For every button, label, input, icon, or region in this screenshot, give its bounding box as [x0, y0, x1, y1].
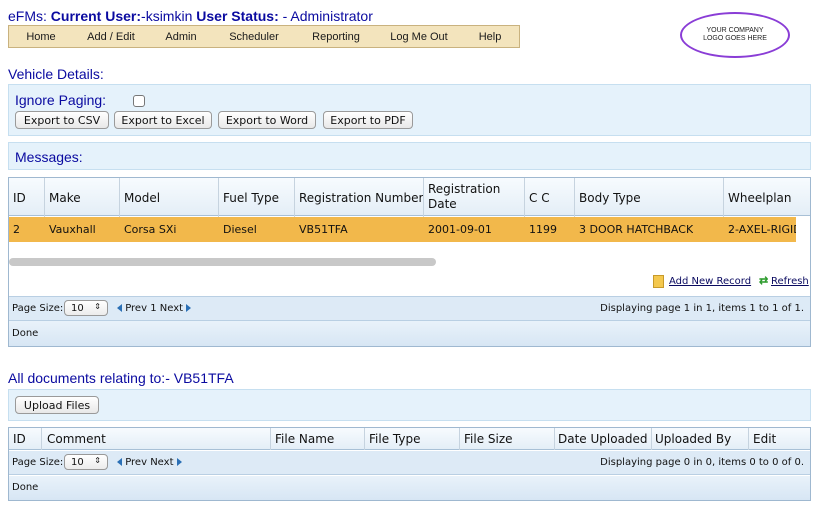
ignore-paging-label: Ignore Paging: — [15, 92, 107, 108]
column-header-registration-number[interactable]: Registration Number — [299, 191, 423, 205]
main-nav-bar: Home Add / Edit Admin Scheduler Reportin… — [8, 25, 520, 48]
doc-column-header-id[interactable]: ID — [13, 432, 26, 446]
documents-title: All documents relating to:- VB51TFA — [8, 370, 234, 386]
company-logo-placeholder: YOUR COMPANY LOGO GOES HERE — [680, 12, 790, 58]
column-header-make[interactable]: Make — [49, 191, 81, 205]
upload-panel: Upload Files — [8, 389, 811, 421]
cell-body-type: 3 DOOR HATCHBACK — [579, 223, 694, 236]
page-number-link[interactable]: 1 — [150, 303, 156, 314]
doc-column-header-edit[interactable]: Edit — [753, 432, 776, 446]
documents-grid: ID Comment File Name File Type File Size… — [8, 427, 811, 501]
doc-select-arrows-icon: ⇕ — [94, 456, 101, 465]
doc-column-header-file-type[interactable]: File Type — [369, 432, 420, 446]
column-header-model[interactable]: Model — [124, 191, 160, 205]
nav-item-reporting[interactable]: Reporting — [295, 31, 377, 43]
export-toolbar-panel: Ignore Paging: Export to CSV Export to E… — [8, 84, 811, 136]
page-size-select[interactable]: 10 ⇕ — [64, 300, 108, 316]
page-size-label: Page Size: — [12, 303, 64, 314]
doc-next-page-link[interactable]: Next — [150, 457, 173, 468]
nav-item-scheduler[interactable]: Scheduler — [213, 31, 295, 43]
upload-files-button[interactable]: Upload Files — [15, 396, 99, 414]
app-name: eFMs: — [8, 8, 47, 24]
column-header-registration-date[interactable]: Registration Date — [428, 182, 520, 212]
grid-command-bar: Add New Record ⇄ Refresh — [9, 270, 810, 294]
vehicle-status-bar: Done — [9, 320, 810, 346]
doc-prev-page-link[interactable]: Prev — [125, 457, 147, 468]
doc-column-header-file-name[interactable]: File Name — [275, 432, 334, 446]
current-user-label: Current User: — [50, 8, 142, 24]
doc-column-header-file-size[interactable]: File Size — [464, 432, 513, 446]
cell-model: Corsa SXi — [124, 223, 177, 236]
add-record-icon — [653, 275, 664, 288]
column-header-id[interactable]: ID — [13, 191, 26, 205]
doc-column-header-date-uploaded[interactable]: Date Uploaded — [558, 432, 648, 446]
next-page-link[interactable]: Next — [160, 303, 183, 314]
export-excel-button[interactable]: Export to Excel — [114, 111, 212, 129]
documents-status-bar: Done — [9, 476, 810, 500]
refresh-link[interactable]: Refresh — [771, 276, 809, 287]
doc-page-size-label: Page Size: — [12, 457, 64, 468]
cell-fuel-type: Diesel — [223, 223, 257, 236]
doc-pager-info-text: Displaying page 0 in 0, items 0 to 0 of … — [600, 457, 804, 468]
doc-column-header-comment[interactable]: Comment — [47, 432, 106, 446]
export-pdf-button[interactable]: Export to PDF — [323, 111, 413, 129]
doc-column-header-uploaded-by[interactable]: Uploaded By — [655, 432, 731, 446]
column-header-cc[interactable]: C C — [529, 191, 550, 205]
vehicle-grid: ID Make Model Fuel Type Registration Num… — [8, 177, 811, 347]
documents-pager: Page Size: 10 ⇕ Prev Next Displaying pag… — [9, 451, 810, 475]
doc-status-text: Done — [12, 482, 39, 493]
page-size-value: 10 — [71, 302, 84, 314]
doc-page-size-value: 10 — [71, 456, 84, 468]
select-arrows-icon: ⇕ — [94, 302, 101, 311]
messages-title: Messages: — [15, 149, 83, 165]
export-word-button[interactable]: Export to Word — [218, 111, 316, 129]
cell-registration-date: 2001-09-01 — [428, 223, 492, 236]
next-arrow-icon[interactable] — [186, 304, 192, 312]
pager-info-text: Displaying page 1 in 1, items 1 to 1 of … — [600, 303, 804, 314]
nav-item-admin[interactable]: Admin — [149, 31, 213, 43]
nav-item-home[interactable]: Home — [9, 31, 73, 43]
cell-registration-number: VB51TFA — [299, 223, 348, 236]
doc-pager-prev-next: Prev Next — [117, 457, 182, 468]
nav-item-add-edit[interactable]: Add / Edit — [73, 31, 149, 43]
doc-prev-arrow-icon[interactable] — [117, 458, 122, 466]
header-status-line: eFMs: Current User:-ksimkin User Status:… — [8, 8, 373, 24]
vehicle-pager: Page Size: 10 ⇕ Prev 1 Next Displaying p… — [9, 296, 810, 320]
user-status-value: - Administrator — [282, 8, 373, 24]
column-header-body-type[interactable]: Body Type — [579, 191, 641, 205]
prev-page-link[interactable]: Prev — [125, 303, 147, 314]
cell-cc: 1199 — [529, 223, 557, 236]
status-text: Done — [12, 328, 39, 339]
export-csv-button[interactable]: Export to CSV — [15, 111, 109, 129]
ignore-paging-checkbox[interactable] — [133, 95, 145, 107]
column-header-wheelplan[interactable]: Wheelplan — [728, 191, 798, 205]
messages-panel: Messages: — [8, 142, 811, 170]
pager-prev-next: Prev 1 Next — [117, 303, 192, 314]
prev-arrow-icon[interactable] — [117, 304, 122, 312]
refresh-icon: ⇄ — [759, 275, 769, 287]
user-status-label: User Status: — [196, 8, 279, 24]
add-new-record-link[interactable]: Add New Record — [669, 276, 751, 287]
table-row[interactable]: 2 Vauxhall Corsa SXi Diesel VB51TFA 2001… — [9, 217, 796, 242]
column-header-fuel-type[interactable]: Fuel Type — [223, 191, 279, 205]
nav-item-log-me-out[interactable]: Log Me Out — [377, 31, 461, 43]
horizontal-scrollbar[interactable] — [9, 258, 436, 266]
cell-id: 2 — [13, 223, 20, 236]
nav-item-help[interactable]: Help — [461, 31, 519, 43]
cell-make: Vauxhall — [49, 223, 96, 236]
doc-next-arrow-icon[interactable] — [176, 458, 182, 466]
cell-wheelplan: 2-AXEL-RIGID — [728, 223, 796, 236]
doc-page-size-select[interactable]: 10 ⇕ — [64, 454, 108, 470]
current-user-value: -ksimkin — [141, 8, 193, 24]
vehicle-details-title: Vehicle Details: — [8, 66, 104, 82]
logo-text: YOUR COMPANY LOGO GOES HERE — [703, 27, 767, 42]
